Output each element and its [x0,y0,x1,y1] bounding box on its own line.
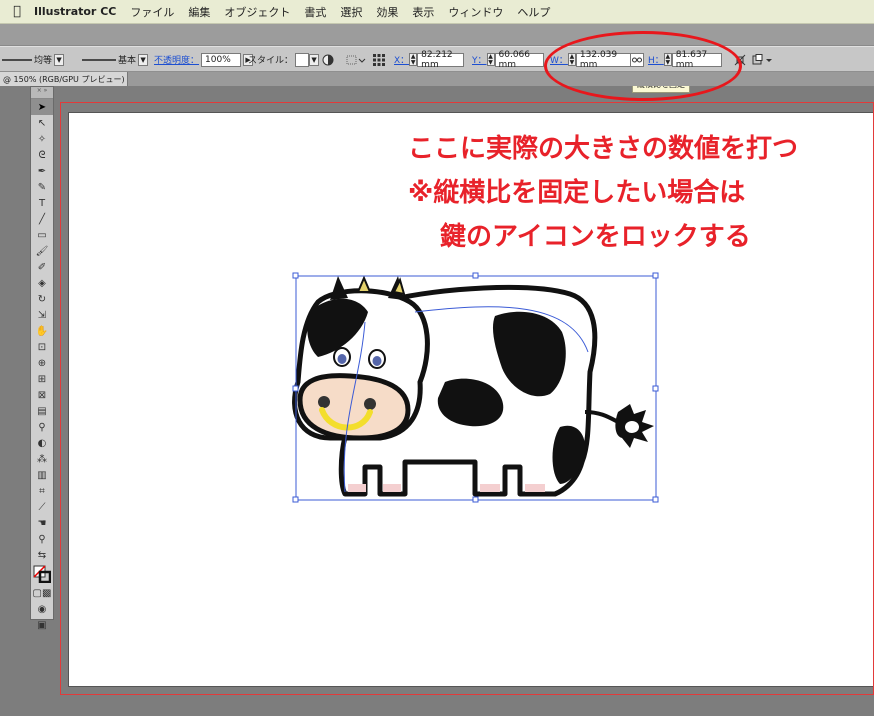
column-graph-tool-icon[interactable]: ▥ [31,467,53,483]
curvature-tool-icon[interactable]: ✎ [31,179,53,195]
isolate-group-icon[interactable] [752,52,774,67]
lasso-tool-icon[interactable]: ᘓ [31,147,53,163]
tools-panel-grip[interactable]: × » [31,87,53,99]
magic-wand-tool-icon[interactable]: ✧ [31,131,53,147]
fill-stroke-swatch-icon[interactable] [31,563,53,585]
cow-hoof [480,484,500,492]
stroke-profile-label: 均等 [34,56,53,66]
cow-horn-inner-left [356,275,372,293]
pen-tool-icon[interactable]: ✒ [31,163,53,179]
shape-builder-tool-icon[interactable]: ⊕ [31,355,53,371]
eraser-tool-icon[interactable]: ◈ [31,275,53,291]
y-label[interactable]: Y： [472,53,487,66]
reference-point-icon[interactable] [372,52,386,67]
cow-spot-rear [552,425,586,484]
cow-nostril-right [364,398,376,410]
cow-tail-tip [625,421,639,433]
align-dropdown-icon[interactable] [346,52,366,67]
stroke-line-icon [2,58,32,61]
x-input[interactable]: 82.212 mm [417,50,465,70]
menu-file[interactable]: ファイル [130,4,174,20]
rotate-tool-icon[interactable]: ↻ [31,291,53,307]
line-tool-icon[interactable]: ╱ [31,211,53,227]
y-input[interactable]: 60.066 mm [494,50,544,70]
bbox-handle [652,272,659,279]
free-transform-tool-icon[interactable]: ⊡ [31,339,53,355]
menu-window[interactable]: ウィンドウ [448,4,503,20]
bbox-handle [652,496,659,503]
x-label[interactable]: X： [394,53,409,66]
puppet-warp-tool-icon[interactable]: ✋ [31,323,53,339]
swap-fill-stroke-icon[interactable]: ⇆ [31,547,53,563]
brush-select[interactable]: 基本 ▼ [82,52,149,67]
annotation-line-3: 鍵のアイコンをロックする [440,222,751,252]
gradient-tool-icon[interactable]: ▤ [31,403,53,419]
document-tab[interactable]: @ 150% (RGB/GPU プレビュー) [0,72,128,86]
y-stepper[interactable]: ▲ ▼ [486,53,495,66]
menu-help[interactable]: ヘルプ [517,4,550,20]
annotation-line-1: ここに実際の大きさの数値を打つ [408,134,799,164]
screen-mode-icon[interactable]: ▣ [31,617,53,633]
apple-icon[interactable]:  [0,4,34,19]
app-name-menu[interactable]: Illustrator CC [34,5,116,18]
brush-line-icon [82,58,116,61]
menu-effect[interactable]: 効果 [376,4,398,20]
brush-label: 基本 [118,56,137,66]
cow-hoof [383,484,401,492]
annotation-line-2: ※縦横比を固定したい場合は [408,178,746,208]
blend-tool-icon[interactable]: ◐ [31,435,53,451]
artboard-tool-icon[interactable]: ⌗ [31,483,53,499]
chevron-down-icon[interactable]: ▼ [309,53,320,66]
bbox-handle [472,272,479,279]
application-frame-band [0,24,874,46]
rectangle-tool-icon[interactable]: ▭ [31,227,53,243]
stroke-profile-select[interactable]: 均等 ▼ [2,52,65,67]
tools-panel: × » ➤ ↖ ✧ ᘓ ✒ ✎ T ╱ ▭ 🖌 ✐ ◈ ↻ ⇲ ✋ ⊡ ⊕ ⊞ … [30,86,54,631]
slice-tool-icon[interactable]: ⟋ [31,499,53,515]
color-mode-icons[interactable]: ▢▩ [31,585,53,601]
opacity-label[interactable]: 不透明度： [154,53,199,66]
bbox-handle [292,496,299,503]
menu-select[interactable]: 選択 [340,4,362,20]
bbox-handle [292,385,299,392]
style-swatch[interactable] [295,52,310,67]
perspective-grid-tool-icon[interactable]: ⊞ [31,371,53,387]
hand-tool-icon[interactable]: ☚ [31,515,53,531]
recolor-icon[interactable] [322,52,334,67]
cow-nostril-left [318,396,330,408]
menu-type[interactable]: 書式 [304,4,326,20]
zoom-tool-icon[interactable]: ⚲ [31,531,53,547]
chevron-down-icon[interactable]: ▼ [54,53,65,66]
direct-selection-tool-icon[interactable]: ↖ [31,115,53,131]
control-bar: 均等 ▼ 基本 ▼ 不透明度： 100% ▶ スタイル： ▼ X： ▲ ▼ 82.… [0,46,874,72]
document-tab-bar: @ 150% (RGB/GPU プレビュー) [0,72,874,86]
style-label: スタイル： [248,56,294,66]
eyedropper-tool-icon[interactable]: ⚲ [31,419,53,435]
menubar:  Illustrator CC ファイル 編集 オブジェクト 書式 選択 効果… [0,0,874,24]
menu-view[interactable]: 表示 [412,4,434,20]
symbol-sprayer-tool-icon[interactable]: ⁂ [31,451,53,467]
draw-mode-icon[interactable]: ◉ [31,601,53,617]
cow-left-horn [330,276,348,300]
bbox-handle [292,272,299,279]
x-stepper[interactable]: ▲ ▼ [409,53,418,66]
type-tool-icon[interactable]: T [31,195,53,211]
paintbrush-tool-icon[interactable]: 🖌 [31,243,53,259]
cow-hoof [348,484,366,492]
mesh-tool-icon[interactable]: ⊠ [31,387,53,403]
chevron-down-icon[interactable]: ▼ [138,53,149,66]
annotation-ellipse [544,31,742,101]
cow-artwork[interactable] [270,262,680,512]
selection-tool-icon[interactable]: ➤ [31,99,53,115]
shaper-tool-icon[interactable]: ✐ [31,259,53,275]
scale-tool-icon[interactable]: ⇲ [31,307,53,323]
opacity-input[interactable]: 100% [201,52,242,67]
menu-edit[interactable]: 編集 [188,4,210,20]
cow-hoof [525,484,545,492]
bbox-handle [652,385,659,392]
menu-object[interactable]: オブジェクト [224,4,290,20]
bbox-handle [472,496,479,503]
